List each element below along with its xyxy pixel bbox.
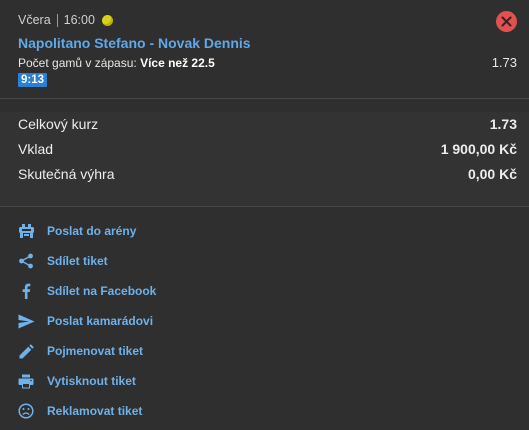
action-label: Sdílet na Facebook xyxy=(47,284,157,298)
summary-value: 1 900,00 Kč xyxy=(440,141,517,157)
summary-row-actual-win: Skutečná výhra 0,00 Kč xyxy=(0,162,529,187)
bet-odds: 1.73 xyxy=(491,55,517,70)
share-icon xyxy=(17,252,35,270)
ticket-actions: Poslat do arény Sdílet tiket Sdílet na F… xyxy=(0,207,529,426)
close-icon[interactable] xyxy=(496,11,517,32)
ticket-summary: Celkový kurz 1.73 Vklad 1 900,00 Kč Skut… xyxy=(0,112,529,207)
rename-ticket-action[interactable]: Pojmenovat tiket xyxy=(0,336,529,366)
pencil-icon xyxy=(17,342,35,360)
bet-item: Včera 16:00 Napolitano Stefano - Novak D… xyxy=(0,0,529,99)
bet-time: 16:00 xyxy=(63,13,95,27)
summary-value: 1.73 xyxy=(489,116,517,132)
summary-row-stake: Vklad 1 900,00 Kč xyxy=(0,137,529,162)
printer-icon xyxy=(17,372,35,390)
summary-label: Skutečná výhra xyxy=(18,166,115,182)
send-icon xyxy=(17,312,35,330)
share-facebook-action[interactable]: Sdílet na Facebook xyxy=(0,276,529,306)
market-line: Počet gamů v zápasu: Více než 22.5 xyxy=(18,56,215,70)
facebook-icon xyxy=(17,282,35,300)
sad-face-icon xyxy=(17,402,35,420)
selection: Více než 22.5 xyxy=(140,56,215,70)
action-label: Reklamovat tiket xyxy=(47,404,143,418)
action-label: Poslat do arény xyxy=(47,224,137,238)
match-name[interactable]: Napolitano Stefano - Novak Dennis xyxy=(18,35,251,51)
action-label: Pojmenovat tiket xyxy=(47,344,144,358)
bet-meta: Včera 16:00 xyxy=(18,13,113,27)
score-badge: 9:13 xyxy=(18,73,48,87)
action-label: Vytisknout tiket xyxy=(47,374,136,388)
share-ticket-action[interactable]: Sdílet tiket xyxy=(0,246,529,276)
action-label: Poslat kamarádovi xyxy=(47,314,154,328)
summary-row-total-odds: Celkový kurz 1.73 xyxy=(0,112,529,137)
market-label: Počet gamů v zápasu: xyxy=(18,56,137,70)
summary-value: 0,00 Kč xyxy=(467,166,517,182)
send-to-arena-action[interactable]: Poslat do arény xyxy=(0,216,529,246)
bet-day: Včera xyxy=(18,13,51,27)
summary-label: Vklad xyxy=(18,141,54,157)
complain-ticket-action[interactable]: Reklamovat tiket xyxy=(0,396,529,426)
summary-label: Celkový kurz xyxy=(18,116,99,132)
divider xyxy=(56,13,58,27)
send-to-friend-action[interactable]: Poslat kamarádovi xyxy=(0,306,529,336)
action-label: Sdílet tiket xyxy=(47,254,108,268)
print-ticket-action[interactable]: Vytisknout tiket xyxy=(0,366,529,396)
arena-icon xyxy=(17,222,35,240)
tennis-ball-icon xyxy=(101,14,113,26)
